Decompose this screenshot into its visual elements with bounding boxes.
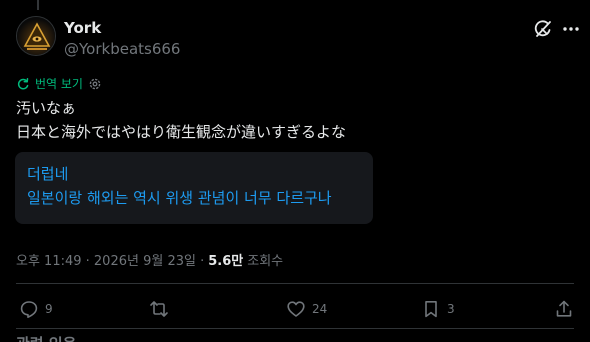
bookmark-count: 3 <box>447 302 455 316</box>
view-count-label: 조회수 <box>247 254 284 269</box>
grok-button[interactable] <box>533 19 553 39</box>
translation-line: 일본이랑 해외는 역시 위생 관념이 너무 다르구나 <box>27 189 332 207</box>
more-options-icon <box>563 27 579 31</box>
bookmark-button[interactable]: 3 <box>421 299 455 319</box>
post-timestamp[interactable]: 오후 11:49 · 2026년 9월 23일 · <box>16 250 204 269</box>
related-section-heading: 관련 있음 <box>16 333 76 342</box>
post-text: 汚いなぁ 日本と海外ではやはり衛生観念が違いすぎるよな <box>16 96 576 144</box>
translation-line: 더럽네 <box>27 165 69 183</box>
post-line: 日本と海外ではやはり衛生観念が違いすぎるよな <box>16 123 347 141</box>
retweet-icon <box>150 301 168 317</box>
share-icon <box>556 300 572 317</box>
thread-connector-line <box>37 0 39 10</box>
heart-icon <box>287 301 305 317</box>
translate-refresh-icon <box>17 77 29 89</box>
share-button[interactable] <box>554 299 574 319</box>
translate-link[interactable]: 번역 보기 <box>16 75 102 92</box>
grok-icon <box>534 20 551 37</box>
author-block: York @Yorkbeats666 <box>64 19 180 59</box>
tweet-detail: York @Yorkbeats666 번역 보기 汚いなぁ 日本と海外ではやはり… <box>0 0 590 342</box>
author-handle[interactable]: @Yorkbeats666 <box>64 39 180 59</box>
post-meta: 오후 11:49 · 2026년 9월 23일 · 5.6만 조회수 <box>16 250 283 269</box>
more-options-button[interactable] <box>561 19 581 39</box>
author-name[interactable]: York <box>64 19 180 37</box>
post-line: 汚いなぁ <box>16 99 77 117</box>
like-count: 24 <box>312 302 328 316</box>
avatar[interactable] <box>16 16 56 56</box>
view-count: 5.6만 <box>208 254 244 269</box>
divider <box>16 328 574 329</box>
retweet-button[interactable] <box>149 299 175 319</box>
bookmark-icon <box>425 301 437 318</box>
like-button[interactable]: 24 <box>286 299 327 319</box>
translation-card: 더럽네 일본이랑 해외는 역시 위생 관념이 너무 다르구나 <box>15 152 373 224</box>
reply-button[interactable]: 9 <box>19 299 53 319</box>
reply-count: 9 <box>45 302 53 316</box>
translate-label[interactable]: 번역 보기 <box>35 75 83 92</box>
divider <box>16 283 574 284</box>
translate-settings-gear-icon[interactable] <box>88 77 102 91</box>
reply-icon <box>20 301 38 318</box>
gold-triangle-eye-icon <box>17 17 55 55</box>
